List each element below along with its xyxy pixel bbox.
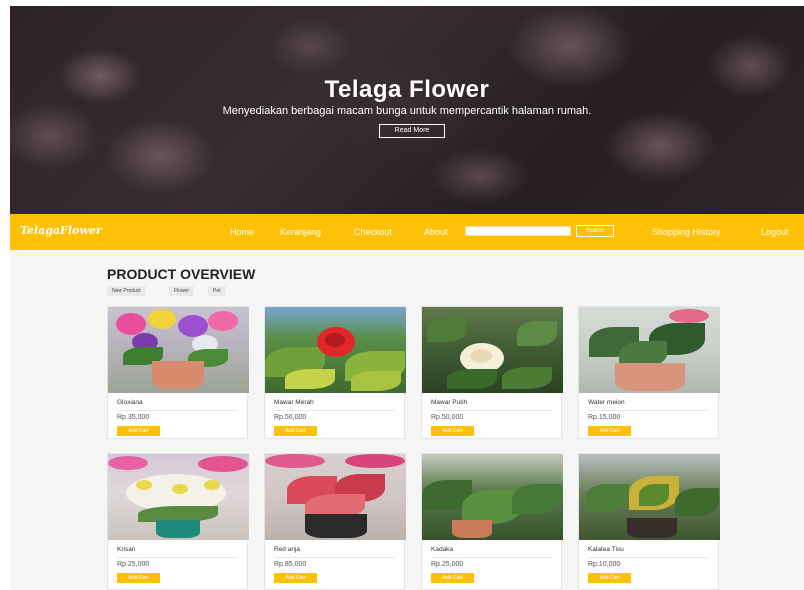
product-name: Water meion	[588, 399, 625, 406]
product-card: Red anja Rp.85,000 Add Cart	[264, 453, 406, 590]
search-button[interactable]: Search	[576, 225, 614, 237]
add-cart-button[interactable]: Add Cart	[117, 426, 160, 436]
add-cart-button[interactable]: Add Cart	[431, 573, 474, 583]
filter-flower[interactable]: Flower	[169, 286, 195, 296]
filter-pot[interactable]: Pot	[208, 286, 226, 296]
search-input[interactable]	[465, 226, 571, 236]
add-cart-button[interactable]: Add Cart	[588, 426, 631, 436]
add-cart-button[interactable]: Add Cart	[117, 573, 160, 583]
nav-home[interactable]: Home	[230, 227, 254, 237]
brand-logo[interactable]: TelagaFlower	[20, 224, 102, 237]
nav-shopping-history[interactable]: Shopping History	[652, 227, 721, 237]
nav-logout[interactable]: Logout	[761, 227, 789, 237]
product-image[interactable]	[265, 307, 406, 393]
product-card: Mawar Putih Rp.50,000 Add Cart	[421, 306, 563, 439]
product-image[interactable]	[422, 454, 563, 540]
hero-banner: Telaga Flower Menyediakan berbagai macam…	[10, 6, 804, 214]
product-card: Gloxiana Rp.35,000 Add Cart	[107, 306, 249, 439]
product-card: Water meion Rp.15,000 Add Cart	[578, 306, 720, 439]
product-image[interactable]	[108, 454, 249, 540]
hero-title: Telaga Flower	[324, 76, 490, 103]
product-price: Rp.50,000	[274, 414, 307, 421]
product-card: Mawar Merah Rp.50,000 Add Cart	[264, 306, 406, 439]
read-more-button[interactable]: Read More	[379, 124, 445, 138]
product-name: Mawar Putih	[431, 399, 468, 406]
product-overview-section: PRODUCT OVERVIEW New Product Flower Pot …	[10, 250, 804, 590]
product-card: Kalatea Tisu Rp.10,000 Add Cart	[578, 453, 720, 590]
product-name: Red anja	[274, 546, 301, 553]
product-name: Krisan	[117, 546, 136, 553]
product-price: Rp.10,000	[588, 561, 621, 568]
product-price: Rp.25,000	[431, 561, 464, 568]
product-card: Kadaka Rp.25,000 Add Cart	[421, 453, 563, 590]
add-cart-button[interactable]: Add Cart	[274, 573, 317, 583]
product-image[interactable]	[579, 307, 720, 393]
section-title: PRODUCT OVERVIEW	[107, 266, 256, 282]
add-cart-button[interactable]: Add Cart	[588, 573, 631, 583]
product-price: Rp.50,000	[431, 414, 464, 421]
product-price: Rp.15,000	[588, 414, 621, 421]
product-name: Kalatea Tisu	[588, 546, 624, 553]
filter-new-product[interactable]: New Product	[107, 286, 146, 296]
nav-keranjang[interactable]: Keranjang	[280, 227, 321, 237]
product-name: Mawar Merah	[274, 399, 314, 406]
product-image[interactable]	[422, 307, 563, 393]
navbar: TelagaFlower Home Keranjang Checkout Abo…	[10, 214, 804, 250]
product-image[interactable]	[108, 307, 249, 393]
product-card: Krisan Rp.25,000 Add Cart	[107, 453, 249, 590]
nav-checkout[interactable]: Checkout	[354, 227, 392, 237]
product-image[interactable]	[265, 454, 406, 540]
product-price: Rp.85,000	[274, 561, 307, 568]
product-image[interactable]	[579, 454, 720, 540]
add-cart-button[interactable]: Add Cart	[431, 426, 474, 436]
product-price: Rp.35,000	[117, 414, 150, 421]
product-name: Gloxiana	[117, 399, 143, 406]
hero-subtitle: Menyediakan berbagai macam bunga untuk m…	[222, 105, 592, 117]
product-price: Rp.25,000	[117, 561, 150, 568]
product-name: Kadaka	[431, 546, 454, 553]
nav-about[interactable]: About	[424, 227, 448, 237]
add-cart-button[interactable]: Add Cart	[274, 426, 317, 436]
